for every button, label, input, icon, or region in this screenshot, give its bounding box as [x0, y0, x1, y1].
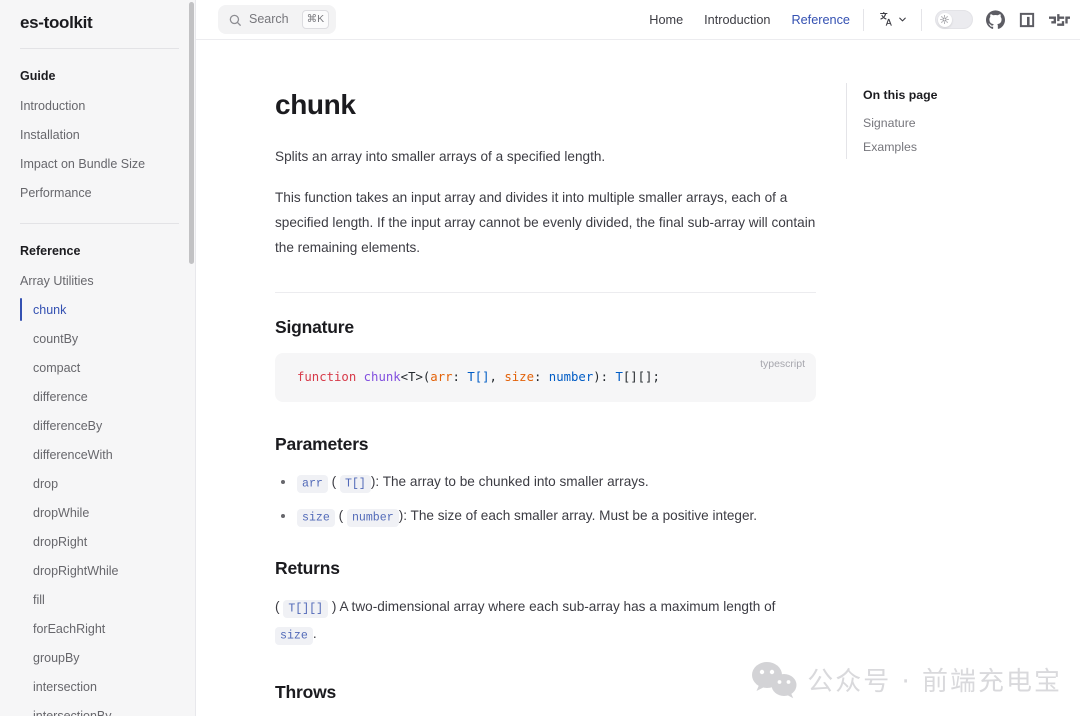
sidebar-item-array-utilities[interactable]: Array Utilities: [20, 266, 195, 295]
sun-icon: [937, 12, 952, 27]
sidebar-item-dropwhile[interactable]: dropWhile: [20, 498, 195, 527]
param-name-arr: arr: [297, 474, 328, 493]
parameter-item-size: size ( number): The size of each smaller…: [275, 504, 816, 530]
sidebar-item-chunk[interactable]: chunk: [20, 295, 195, 324]
jsr-icon[interactable]: [1049, 13, 1070, 27]
page-description: This function takes an input array and d…: [275, 190, 816, 255]
returns-close-paren: ): [331, 599, 337, 614]
heading-returns: Returns: [275, 558, 340, 578]
sidebar-group-reference: Reference Array Utilities chunk countBy …: [20, 224, 195, 716]
sidebar-item-intersection[interactable]: intersection: [20, 672, 195, 701]
param-close-paren-arr: ):: [370, 474, 380, 489]
param-desc-arr: The array to be chunked into smaller arr…: [382, 474, 649, 489]
param-type-size: number: [346, 508, 399, 527]
nav-divider-1: [863, 8, 864, 31]
sidebar-inner: es-toolkit Guide Introduction Installati…: [0, 0, 195, 716]
heading-parameters: Parameters: [275, 434, 369, 454]
parameter-item-arr: arr ( T[]): The array to be chunked into…: [275, 470, 816, 496]
heading-signature: Signature: [275, 317, 354, 337]
chevron-down-icon: [897, 12, 908, 28]
brand[interactable]: es-toolkit: [20, 0, 195, 40]
sidebar-item-groupby[interactable]: groupBy: [20, 643, 195, 672]
sidebar-item-dropright[interactable]: dropRight: [20, 527, 195, 556]
search-input[interactable]: Search ⌘K: [218, 5, 337, 34]
npm-icon[interactable]: [1018, 11, 1036, 29]
brand-title: es-toolkit: [20, 13, 93, 32]
language-selector[interactable]: [877, 10, 908, 30]
social-icon-links: [986, 10, 1070, 29]
returns-type: T[][]: [283, 599, 329, 618]
sidebar-item-foreachright[interactable]: forEachRight: [20, 614, 195, 643]
nav-link-introduction[interactable]: Introduction: [704, 0, 770, 40]
sidebar-scrollbar-track[interactable]: [187, 0, 195, 716]
heading-throws: Throws: [275, 682, 337, 702]
param-name-size: size: [297, 508, 335, 527]
sidebar-group-title-guide: Guide: [20, 69, 56, 83]
top-nav-links: Home Introduction Reference: [649, 0, 850, 40]
sidebar-item-countby[interactable]: countBy: [20, 324, 195, 353]
theme-toggle-switch[interactable]: [935, 10, 973, 29]
app-root: es-toolkit Guide Introduction Installati…: [0, 0, 1080, 716]
nav-divider-2: [921, 8, 922, 31]
nav-link-home[interactable]: Home: [649, 0, 683, 40]
search-icon: [228, 13, 242, 27]
sidebar-item-differencewith[interactable]: differenceWith: [20, 440, 195, 469]
toc-title: On this page: [863, 88, 938, 102]
toc-link-examples[interactable]: Examples: [863, 135, 1080, 159]
sidebar-sublist-array-utilities: chunk countBy compact difference differe…: [20, 295, 195, 716]
sidebar-item-introduction[interactable]: Introduction: [20, 91, 195, 120]
search-placeholder: Search: [249, 12, 289, 27]
parameters-list: arr ( T[]): The array to be chunked into…: [275, 470, 816, 530]
sidebar-item-intersectionby[interactable]: intersectionBy: [20, 701, 195, 716]
page-title: chunk: [275, 89, 356, 120]
param-close-paren-size: ):: [398, 508, 407, 523]
returns-paragraph: ( T[][] ) A two-dimensional array where …: [275, 594, 816, 648]
doc-content: chunk Splits an array into smaller array…: [196, 40, 816, 716]
returns-text-after: .: [312, 626, 317, 641]
page-lead: Splits an array into smaller arrays of a…: [275, 149, 606, 164]
github-icon[interactable]: [986, 10, 1005, 29]
sidebar-item-performance[interactable]: Performance: [20, 178, 195, 207]
sidebar-item-difference[interactable]: difference: [20, 382, 195, 411]
returns-code-size: size: [275, 626, 313, 645]
returns-text-before: A two-dimensional array where each sub-a…: [339, 599, 776, 614]
param-open-paren-size: (: [338, 508, 344, 523]
param-desc-size: The size of each smaller array. Must be …: [410, 508, 758, 523]
sidebar-item-droprightwhile[interactable]: dropRightWhile: [20, 556, 195, 585]
table-of-contents: On this page Signature Examples: [846, 83, 1080, 159]
sidebar-group-title-reference: Reference: [20, 244, 81, 258]
sidebar-scrollbar-thumb[interactable]: [189, 2, 194, 264]
returns-open-paren: (: [275, 599, 280, 614]
signature-code: function chunk<T>(arr: T[], size: number…: [297, 370, 660, 384]
sidebar-item-differenceby[interactable]: differenceBy: [20, 411, 195, 440]
toc-link-signature[interactable]: Signature: [863, 111, 1080, 135]
top-navigation-bar: Search ⌘K Home Introduction Reference: [196, 0, 1080, 40]
divider-before-signature: [275, 292, 816, 293]
translate-icon: [877, 10, 894, 30]
param-type-arr: T[]: [339, 474, 371, 493]
sidebar-group-guide: Guide Introduction Installation Impact o…: [20, 49, 195, 207]
nav-link-reference[interactable]: Reference: [791, 0, 850, 40]
sidebar-item-drop[interactable]: drop: [20, 469, 195, 498]
sidebar-item-installation[interactable]: Installation: [20, 120, 195, 149]
sidebar-item-compact[interactable]: compact: [20, 353, 195, 382]
sidebar-item-impact-on-bundle-size[interactable]: Impact on Bundle Size: [20, 149, 195, 178]
signature-code-block: typescript function chunk<T>(arr: T[], s…: [275, 353, 816, 402]
sidebar-item-fill[interactable]: fill: [20, 585, 195, 614]
sidebar: es-toolkit Guide Introduction Installati…: [0, 0, 196, 716]
main-area: Search ⌘K Home Introduction Reference ch…: [196, 0, 1080, 716]
content-wrapper: chunk Splits an array into smaller array…: [196, 40, 1080, 716]
on-this-page-aside: On this page Signature Examples: [816, 40, 1080, 716]
search-shortcut-badge: ⌘K: [301, 10, 330, 29]
param-open-paren-arr: (: [331, 474, 337, 489]
code-language-label: typescript: [760, 358, 805, 370]
